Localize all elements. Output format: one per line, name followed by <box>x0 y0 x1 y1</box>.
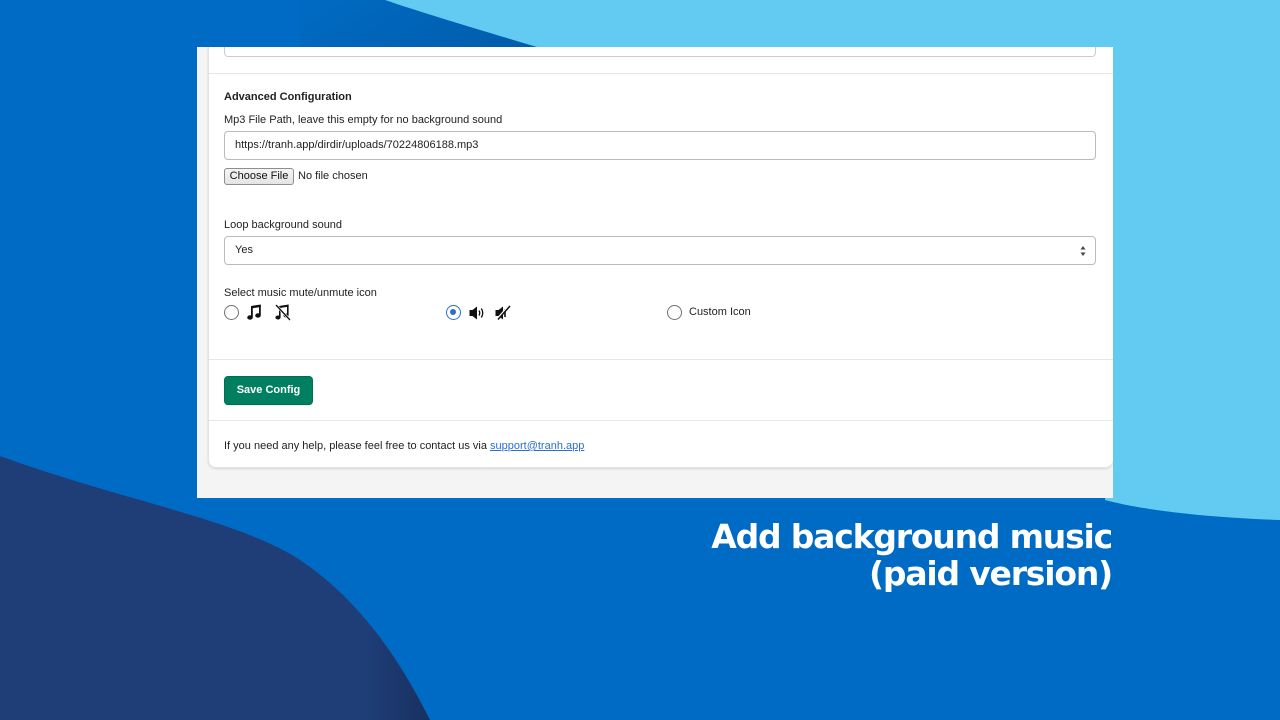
caption-line-2: (paid version) <box>869 554 1113 593</box>
previous-field-input[interactable] <box>224 47 1096 57</box>
save-config-button[interactable]: Save Config <box>224 376 313 405</box>
choose-file-button[interactable]: Choose File <box>224 168 294 185</box>
speaker-icon <box>469 306 484 320</box>
help-message: If you need any help, please feel free t… <box>224 440 491 452</box>
mp3-path-label: Mp3 File Path, leave this empty for no b… <box>224 114 503 126</box>
section-title: Advanced Configuration <box>224 91 352 103</box>
icon-choice-label: Select music mute/unmute icon <box>224 287 377 299</box>
help-text: If you need any help, please feel free t… <box>224 440 584 452</box>
settings-frame: Advanced Configuration Mp3 File Path, le… <box>197 47 1113 498</box>
section-divider <box>209 420 1113 421</box>
loop-select-value: Yes <box>235 244 253 256</box>
file-status-text: No file chosen <box>298 170 368 182</box>
promo-caption: Add background music (paid version) <box>711 517 1113 593</box>
loop-select[interactable]: Yes <box>224 236 1096 265</box>
section-divider <box>209 359 1113 360</box>
support-email-link[interactable]: support@tranh.app <box>490 440 584 452</box>
music-note-icon <box>247 304 261 320</box>
settings-card: Advanced Configuration Mp3 File Path, le… <box>208 47 1113 468</box>
loop-label: Loop background sound <box>224 219 343 231</box>
speaker-muted-icon <box>495 305 511 320</box>
radio-music-note[interactable] <box>224 305 239 320</box>
radio-custom-icon[interactable] <box>667 305 682 320</box>
custom-icon-label: Custom Icon <box>689 306 751 318</box>
caption-line-1: Add background music <box>711 517 1113 556</box>
radio-speaker[interactable] <box>446 305 461 320</box>
section-divider <box>209 73 1113 74</box>
music-note-muted-icon <box>275 304 291 321</box>
mp3-path-input[interactable]: https://tranh.app/dirdir/uploads/7022480… <box>224 131 1096 160</box>
select-arrows-icon <box>1080 246 1086 256</box>
